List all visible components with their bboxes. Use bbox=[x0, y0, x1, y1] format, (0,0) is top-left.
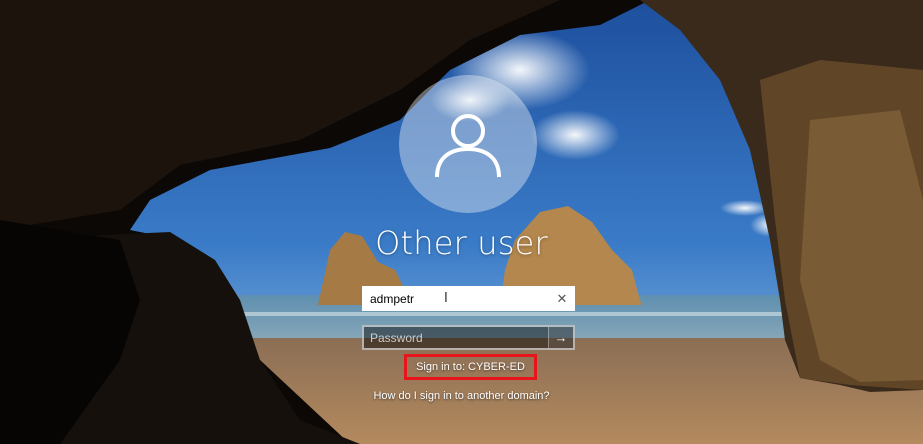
arrow-right-icon[interactable]: → bbox=[548, 327, 573, 348]
user-avatar bbox=[399, 75, 537, 213]
user-silhouette-icon bbox=[435, 114, 501, 178]
close-icon[interactable]: ✕ bbox=[550, 287, 574, 310]
username-field[interactable]: I ✕ bbox=[362, 286, 575, 311]
username-input[interactable] bbox=[363, 287, 555, 310]
text-cursor-icon: I bbox=[444, 291, 448, 306]
password-input[interactable] bbox=[364, 327, 553, 348]
sign-in-domain-label: Sign in to: CYBER-ED bbox=[404, 354, 537, 380]
lock-screen: Other user I ✕ → Sign in to: CYBER-ED Ho… bbox=[0, 0, 923, 444]
password-field[interactable]: → bbox=[362, 325, 575, 350]
another-domain-link[interactable]: How do I sign in to another domain? bbox=[0, 390, 923, 402]
username-label: Other user bbox=[375, 224, 548, 262]
